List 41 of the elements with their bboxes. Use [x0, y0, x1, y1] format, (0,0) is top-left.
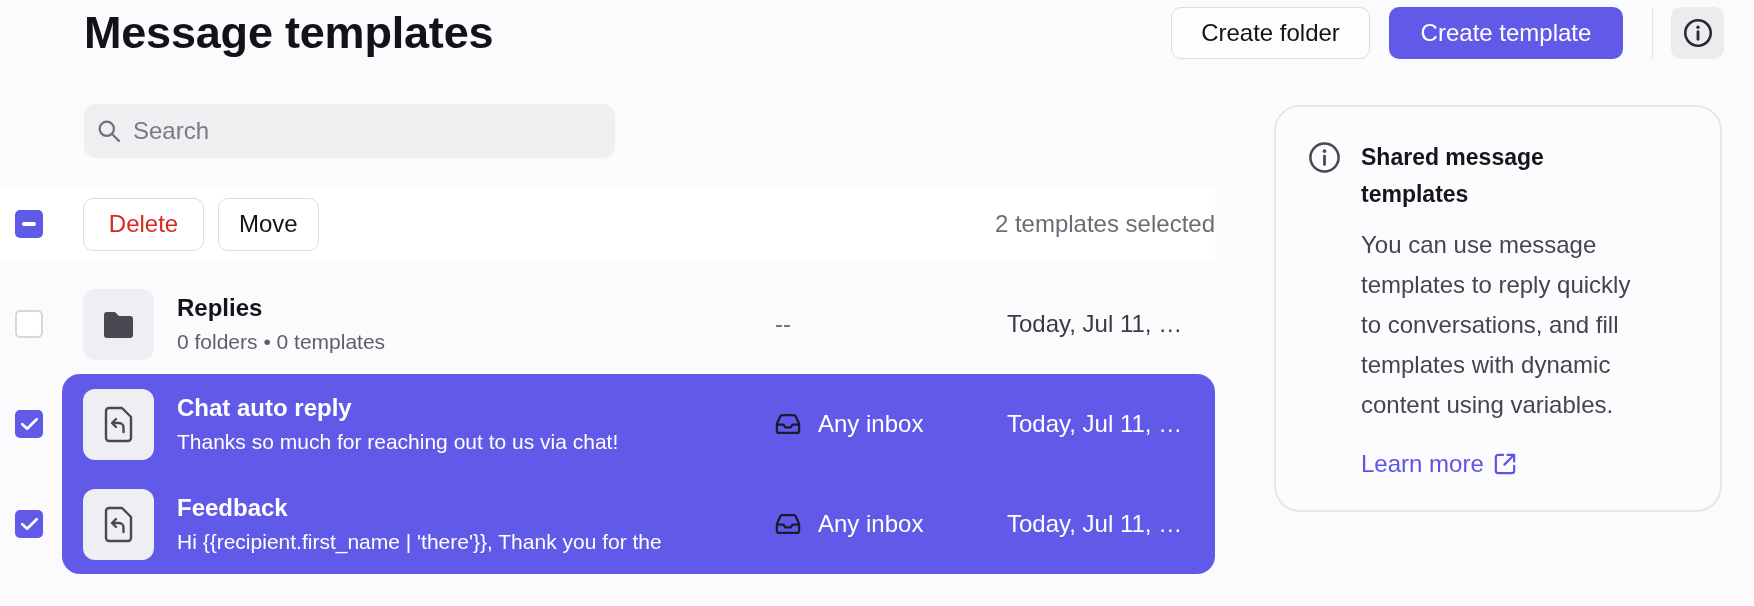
panel-description: You can use message templates to reply quickly to conversations, and fill templates with dynamic content using variables.	[1361, 230, 1632, 420]
info-icon	[1683, 19, 1712, 47]
inbox-label: Any inbox	[818, 510, 924, 538]
row-subtitle: Hi {{recipient.first_name | 'there'}}, Thank you for the	[177, 528, 662, 556]
delete-button[interactable]: Delete	[83, 197, 204, 251]
selection-count: 2 templates selected	[994, 210, 1215, 238]
checkmark-icon	[20, 518, 38, 530]
row-title: Feedback	[177, 492, 288, 523]
row-subtitle: 0 folders • 0 templates	[177, 328, 386, 355]
inbox-icon	[775, 514, 801, 534]
row-checkbox[interactable]	[15, 410, 43, 438]
selected-row[interactable]: Feedback Hi {{recipient.first_name | 'there'}}, Thank you for the Any inbox Today, Jul 11, …	[62, 474, 1215, 574]
external-link-icon	[1493, 453, 1516, 475]
inbox-label: --	[775, 310, 791, 338]
row-subtitle: Thanks so much for reaching out to us via chat!	[177, 428, 619, 455]
date-label: Today, Jul 11, …	[1007, 310, 1183, 338]
create-template-button[interactable]: Create template	[1389, 7, 1623, 59]
row-checkbox[interactable]	[15, 510, 43, 538]
row-title: Replies	[177, 292, 263, 323]
panel-title: Shared message templates	[1361, 143, 1545, 209]
date-label: Today, Jul 11, …	[1007, 510, 1183, 538]
create-folder-button[interactable]: Create folder	[1171, 7, 1370, 59]
folder-icon	[83, 288, 154, 360]
search-icon	[98, 120, 120, 142]
info-button[interactable]	[1671, 7, 1724, 59]
checkmark-icon	[20, 418, 38, 430]
info-icon	[1309, 142, 1340, 173]
reply-document-icon	[83, 488, 154, 560]
inbox-icon	[775, 414, 801, 434]
row-checkbox[interactable]	[15, 310, 43, 338]
page-title: Message templates	[84, 7, 494, 59]
move-button[interactable]: Move	[218, 197, 319, 251]
learn-more-link[interactable]: Learn more	[1361, 448, 1516, 480]
selected-row[interactable]: Chat auto reply Thanks so much for reaching out to us via chat! Any inbox Today, Jul 11, …	[62, 374, 1215, 474]
reply-document-icon	[83, 388, 154, 460]
inbox-label: Any inbox	[818, 410, 924, 438]
select-all-checkbox[interactable]	[15, 210, 43, 238]
row-title: Chat auto reply	[177, 392, 352, 423]
date-label: Today, Jul 11, …	[1007, 410, 1183, 438]
search-field[interactable]: Search	[84, 104, 615, 158]
minus-icon	[22, 222, 36, 226]
